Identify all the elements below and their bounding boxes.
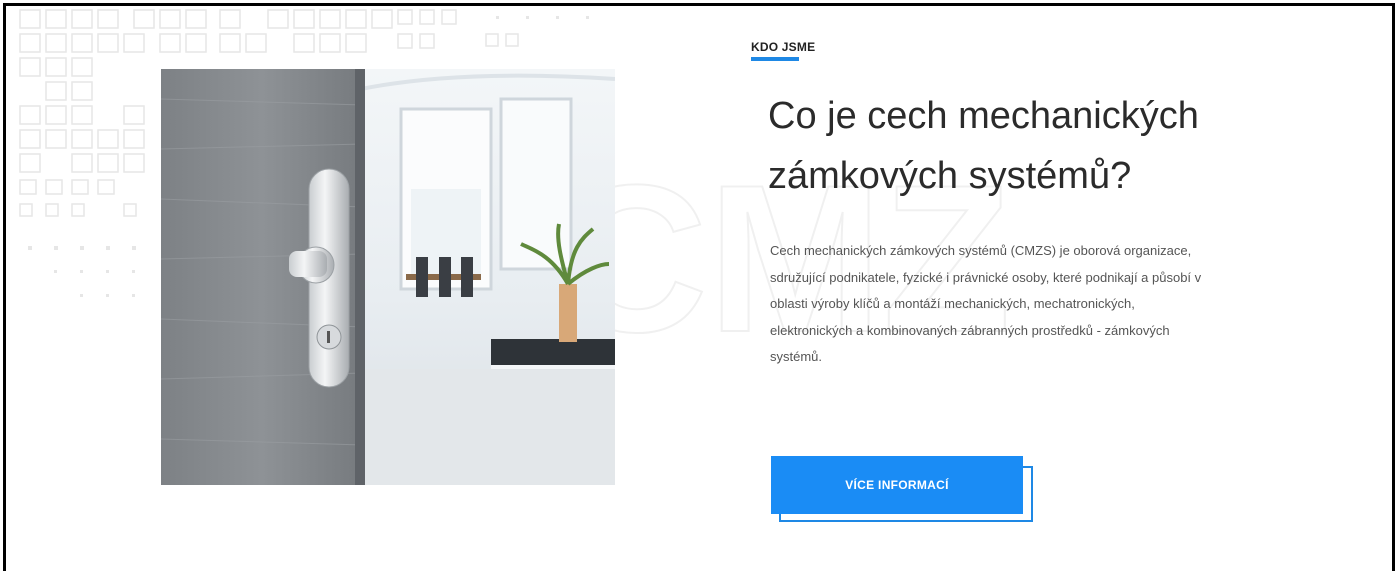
- headline-line-2: zámkových systémů?: [768, 155, 1132, 197]
- eyebrow-underline: [751, 57, 799, 61]
- cta-wrapper: VÍCE INFORMACÍ: [771, 456, 1036, 526]
- section-body-text: Cech mechanických zámkových systémů (CMZ…: [770, 243, 1202, 364]
- section-eyebrow: KDO JSME: [751, 40, 816, 54]
- headline-line-1: Co je cech mechanických: [768, 95, 1199, 137]
- section-headline: Co je cech mechanických zámkových systém…: [768, 86, 1288, 206]
- door-handle-photo: [161, 69, 615, 485]
- page-frame: CMZS: [3, 3, 1395, 571]
- more-info-button[interactable]: VÍCE INFORMACÍ: [771, 456, 1023, 514]
